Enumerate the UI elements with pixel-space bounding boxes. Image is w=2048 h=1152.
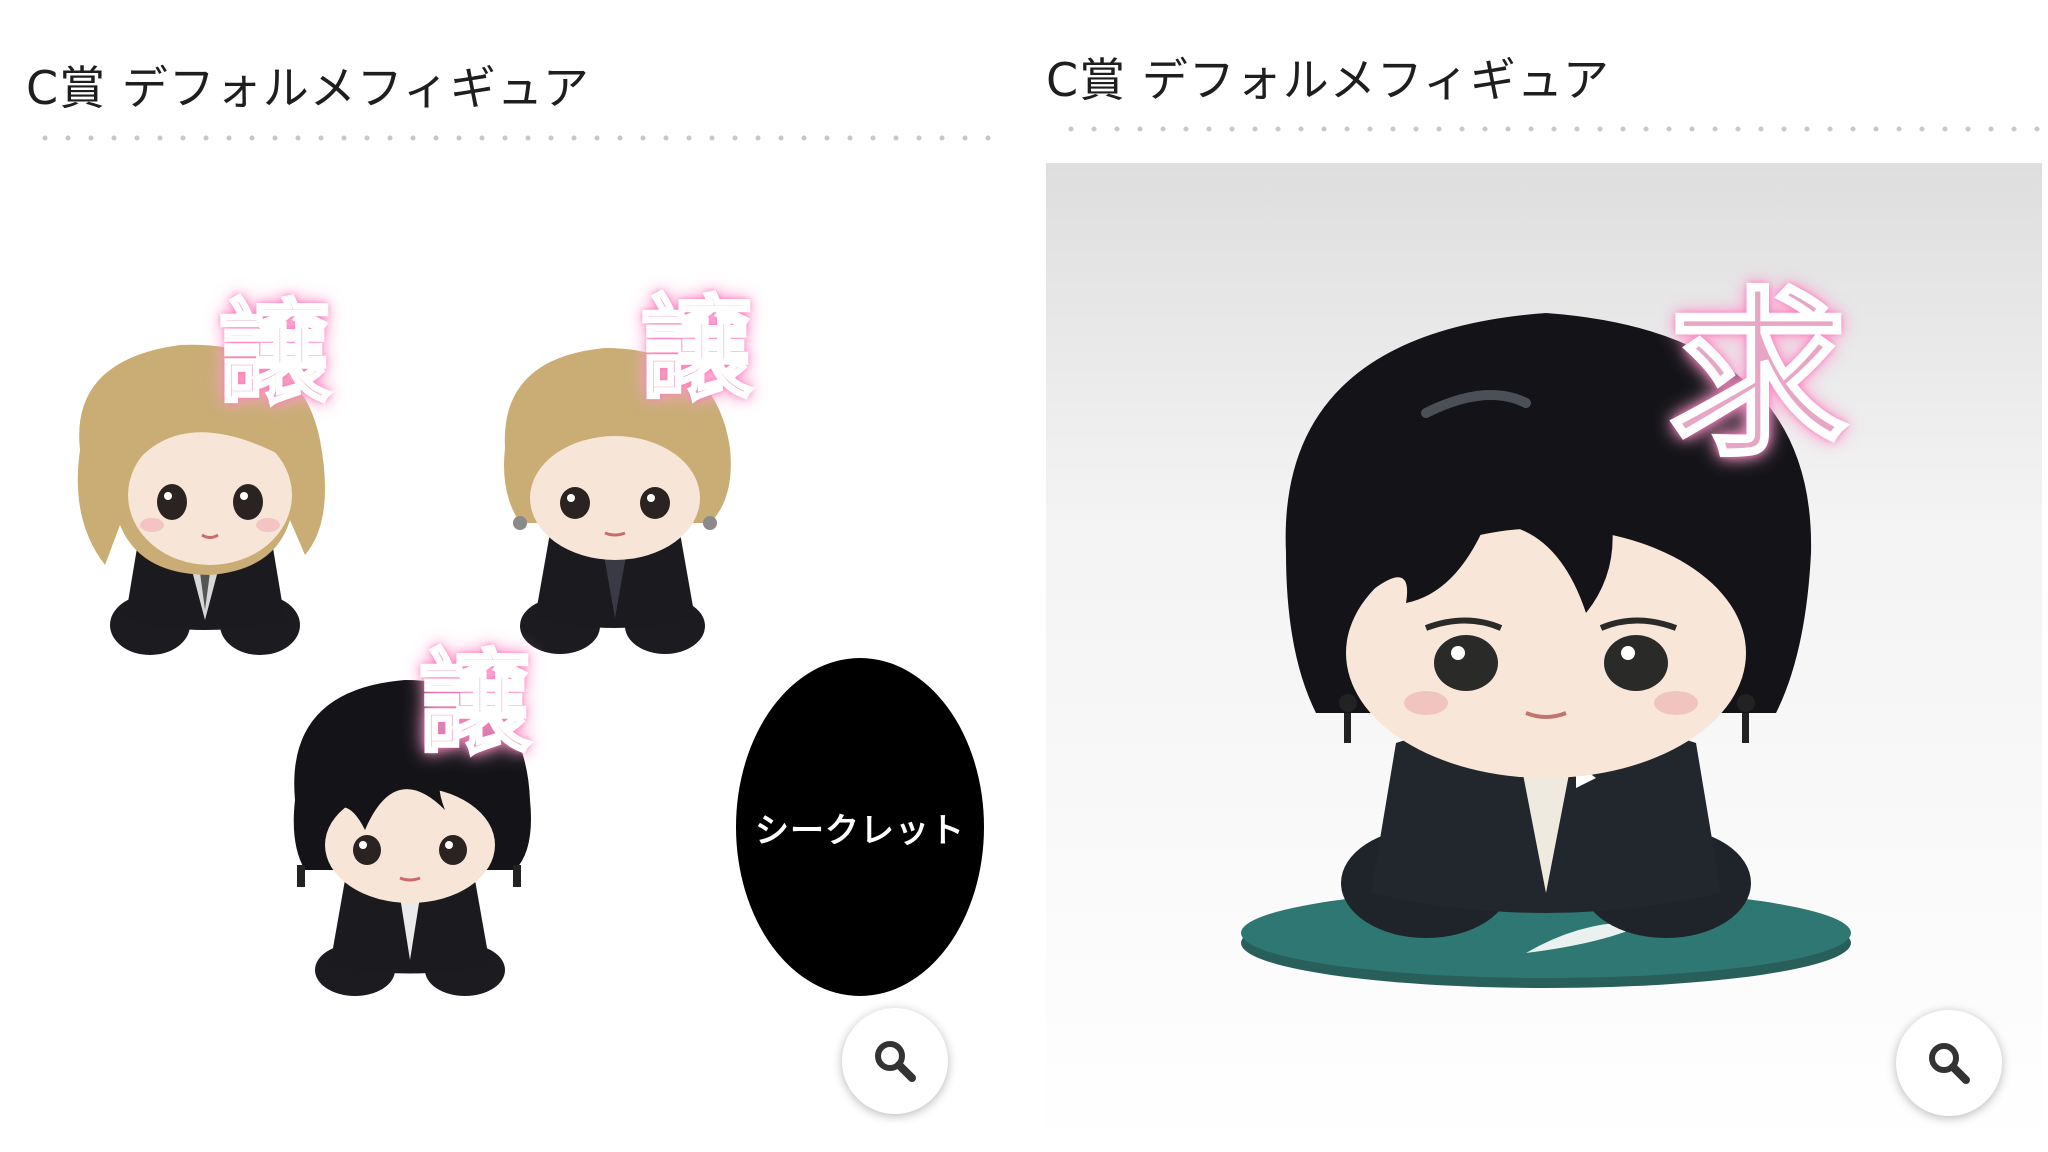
secret-label: シークレット (755, 810, 965, 851)
zoom-button[interactable] (842, 1008, 948, 1114)
stamp-motomu: 求 (1666, 272, 1849, 481)
secret-figure-placeholder: シークレット (736, 658, 984, 996)
product-title: C賞 デフォルメフィギュア (26, 61, 590, 115)
magnifier-icon (875, 1041, 916, 1082)
stamp-yuzuru-1: 譲 (217, 289, 332, 419)
left-panel: C賞 デフォルメフィギュア 譲 譲 譲 シークレット (0, 0, 1010, 1152)
stamp-yuzuru-3: 譲 (417, 639, 532, 769)
stamp-yuzuru-2: 譲 (639, 285, 754, 415)
dotted-divider (42, 135, 1000, 141)
product-title: C賞 デフォルメフィギュア (1046, 53, 1610, 107)
magnifier-icon (1929, 1043, 1970, 1084)
product-image[interactable]: 求 (1046, 163, 2042, 1152)
product-image[interactable]: 譲 譲 譲 シークレット (20, 170, 1000, 1150)
zoom-button[interactable] (1896, 1010, 2002, 1116)
right-panel: C賞 デフォルメフィギュア 求 (1010, 0, 2048, 1152)
dotted-divider (1068, 126, 2048, 132)
